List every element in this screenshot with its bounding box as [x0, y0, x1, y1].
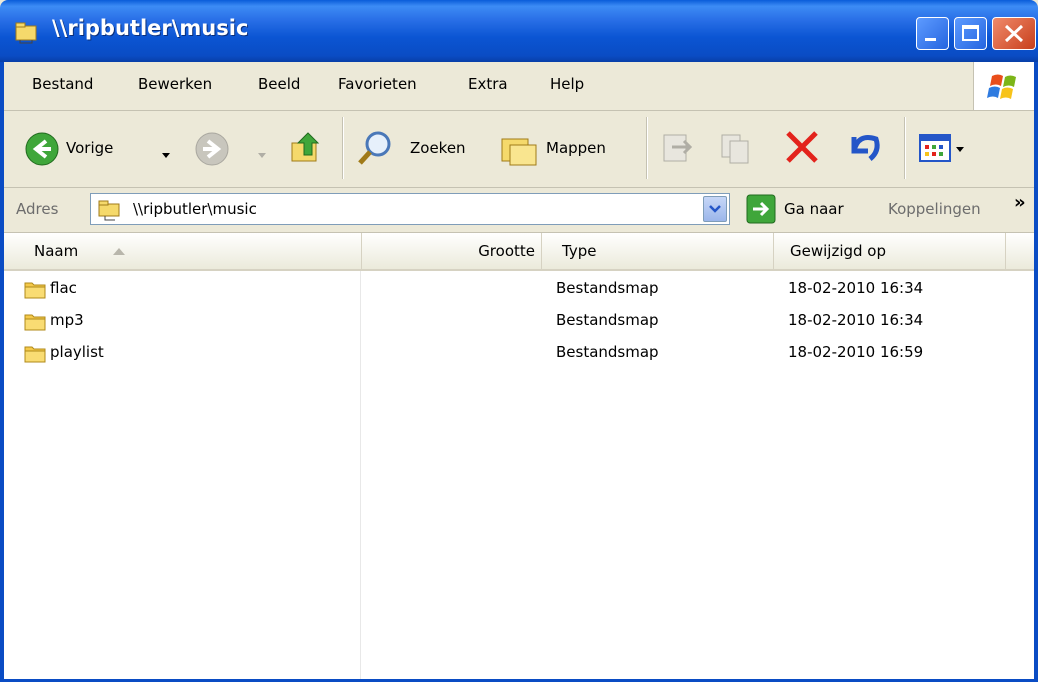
close-button[interactable]	[992, 17, 1036, 50]
toolbar-separator	[646, 117, 648, 179]
column-name-label: Naam	[34, 242, 79, 260]
minimize-button[interactable]	[916, 17, 949, 50]
menu-bestand[interactable]: Bestand	[32, 75, 93, 93]
file-name: flac	[50, 279, 77, 297]
toolbar-separator	[904, 117, 906, 179]
chevron-down-icon	[709, 205, 721, 213]
up-folder-button[interactable]	[288, 127, 328, 171]
toolbar: Vorige Zoeken Mappen	[4, 111, 1034, 188]
minimize-icon	[925, 38, 936, 41]
menu-favorieten[interactable]: Favorieten	[338, 75, 417, 93]
file-modified: 18-02-2010 16:59	[788, 343, 924, 361]
title-bar[interactable]: \\ripbutler\music	[0, 0, 1038, 62]
move-to-button[interactable]	[660, 129, 696, 169]
maximize-button[interactable]	[954, 17, 987, 50]
sort-ascending-icon	[113, 248, 125, 255]
dropdown-arrow-icon	[162, 153, 170, 158]
folder-icon	[24, 346, 46, 363]
column-header-size[interactable]: Grootte	[362, 233, 542, 269]
list-item[interactable]: playlist Bestandsmap 18-02-2010 16:59	[4, 339, 1034, 371]
list-header: Naam Grootte Type Gewijzigd op	[4, 233, 1034, 271]
column-size-label: Grootte	[478, 242, 535, 260]
search-icon	[358, 131, 391, 165]
windows-logo	[973, 62, 1034, 110]
column-header-type[interactable]: Type	[542, 233, 774, 269]
back-dropdown[interactable]	[162, 147, 172, 165]
dropdown-arrow-icon	[258, 153, 266, 158]
address-value: \\ripbutler\music	[133, 200, 257, 218]
undo-button[interactable]	[844, 127, 884, 171]
go-label: Ga naar	[784, 200, 844, 218]
file-modified: 18-02-2010 16:34	[788, 279, 924, 297]
network-folder-icon	[15, 22, 37, 44]
file-name: playlist	[50, 343, 104, 361]
folder-icon	[24, 314, 46, 331]
list-item[interactable]: mp3 Bestandsmap 18-02-2010 16:34	[4, 307, 1034, 339]
file-modified: 18-02-2010 16:34	[788, 311, 924, 329]
folders-icon	[501, 138, 537, 166]
address-input[interactable]: \\ripbutler\music	[90, 193, 730, 225]
file-name: mp3	[50, 311, 84, 329]
column-header-name[interactable]: Naam	[4, 233, 362, 269]
delete-icon	[786, 131, 818, 163]
file-type: Bestandsmap	[556, 279, 659, 297]
column-modified-label: Gewijzigd op	[790, 242, 887, 260]
file-type: Bestandsmap	[556, 311, 659, 329]
search-label: Zoeken	[410, 139, 466, 157]
explorer-window: \\ripbutler\music Bestand Bewerken Beeld…	[0, 0, 1038, 682]
go-arrow-icon	[746, 194, 776, 224]
menu-extra[interactable]: Extra	[468, 75, 508, 93]
folder-icon	[24, 282, 46, 299]
back-label: Vorige	[66, 139, 114, 157]
delete-button[interactable]	[782, 129, 822, 169]
column-header-modified[interactable]: Gewijzigd op	[774, 233, 1006, 269]
file-type: Bestandsmap	[556, 343, 659, 361]
undo-icon	[851, 135, 880, 161]
address-dropdown[interactable]	[703, 196, 727, 222]
forward-arrow-icon	[195, 132, 229, 166]
back-arrow-icon	[25, 132, 59, 166]
window-frame-right	[1034, 62, 1038, 682]
address-label: Adres	[16, 200, 59, 218]
close-icon	[1004, 24, 1024, 43]
views-button[interactable]	[918, 133, 974, 167]
address-bar: Adres \\ripbutler\music Ga naar Koppelin…	[4, 188, 1034, 233]
menu-bewerken[interactable]: Bewerken	[138, 75, 212, 93]
column-type-label: Type	[562, 242, 597, 260]
copy-to-icon	[721, 134, 749, 164]
more-links-chevron[interactable]: »	[1014, 192, 1026, 213]
views-icon	[919, 134, 964, 162]
move-to-icon	[663, 134, 693, 162]
forward-button[interactable]	[194, 131, 230, 171]
menu-help[interactable]: Help	[550, 75, 584, 93]
up-folder-icon	[291, 132, 320, 162]
window-title: \\ripbutler\music	[52, 16, 249, 40]
copy-to-button[interactable]	[718, 129, 754, 169]
network-folder-icon	[98, 200, 120, 221]
forward-dropdown[interactable]	[258, 147, 268, 165]
menu-beeld[interactable]: Beeld	[258, 75, 300, 93]
windows-flag-icon	[987, 74, 1016, 99]
links-label[interactable]: Koppelingen	[888, 200, 981, 218]
toolbar-separator	[342, 117, 344, 179]
folders-label: Mappen	[546, 139, 606, 157]
maximize-icon	[962, 25, 979, 41]
menu-bar: Bestand Bewerken Beeld Favorieten Extra …	[4, 62, 1034, 111]
file-list: Naam Grootte Type Gewijzigd op flac Best…	[4, 233, 1034, 679]
list-item[interactable]: flac Bestandsmap 18-02-2010 16:34	[4, 275, 1034, 307]
